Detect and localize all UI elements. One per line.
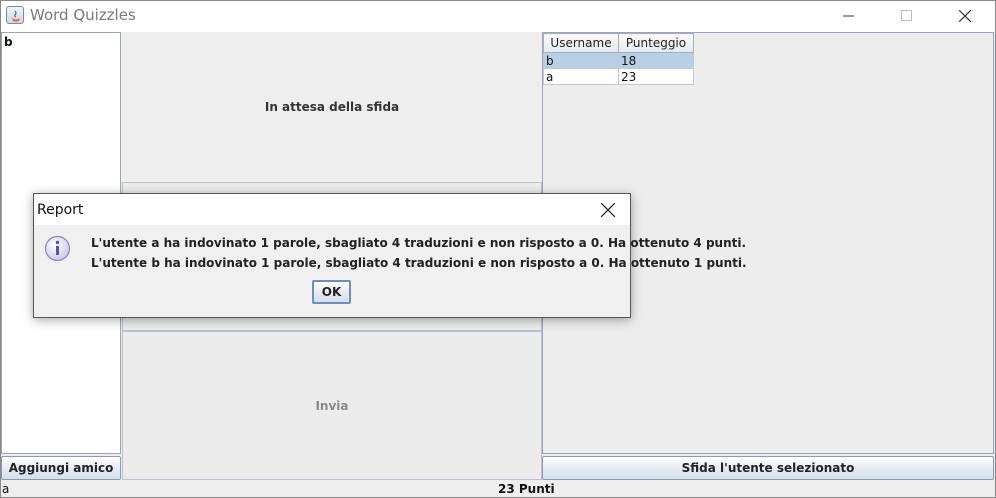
ranking-table[interactable]: Username Punteggio b 18 a 23 bbox=[543, 33, 694, 85]
cell-username[interactable]: a bbox=[543, 68, 619, 85]
cell-score[interactable]: 23 bbox=[618, 68, 694, 85]
challenge-status-panel: In attesa della sfida bbox=[122, 32, 542, 182]
cell-username[interactable]: b bbox=[543, 52, 619, 69]
table-row[interactable]: b 18 bbox=[543, 52, 694, 69]
java-app-icon bbox=[6, 6, 24, 24]
maximize-button[interactable] bbox=[884, 0, 930, 32]
close-button[interactable] bbox=[942, 0, 988, 32]
info-icon bbox=[44, 235, 71, 262]
dialog-close-icon[interactable] bbox=[592, 198, 624, 222]
dialog-title-bar: Report bbox=[34, 194, 630, 225]
send-button-label: Invia bbox=[315, 399, 349, 413]
window-title: Word Quizzles bbox=[30, 6, 136, 24]
send-button[interactable]: Invia bbox=[122, 331, 542, 480]
table-row[interactable]: a 23 bbox=[543, 68, 694, 85]
minimize-button[interactable] bbox=[826, 0, 872, 32]
status-username: a bbox=[2, 482, 10, 496]
dialog-title: Report bbox=[37, 202, 84, 218]
challenge-status-label: In attesa della sfida bbox=[264, 100, 400, 114]
title-bar: Word Quizzles bbox=[0, 0, 996, 32]
cell-score[interactable]: 18 bbox=[618, 52, 694, 69]
challenge-selected-user-button[interactable]: Sfida l'utente selezionato bbox=[542, 456, 994, 480]
column-header-username[interactable]: Username bbox=[543, 33, 619, 53]
report-message-user-b: L'utente b ha indovinato 1 parole, sbagl… bbox=[91, 256, 747, 270]
friend-list-item[interactable]: b bbox=[4, 35, 13, 49]
column-header-score[interactable]: Punteggio bbox=[618, 33, 694, 53]
add-friend-button[interactable]: Aggiungi amico bbox=[1, 456, 121, 480]
report-dialog: Report L'utente a ha indovinato 1 parole… bbox=[33, 193, 747, 318]
ok-button[interactable]: OK bbox=[312, 280, 351, 304]
report-message-user-a: L'utente a ha indovinato 1 parole, sbagl… bbox=[91, 236, 747, 250]
status-points: 23 Punti bbox=[498, 482, 555, 496]
